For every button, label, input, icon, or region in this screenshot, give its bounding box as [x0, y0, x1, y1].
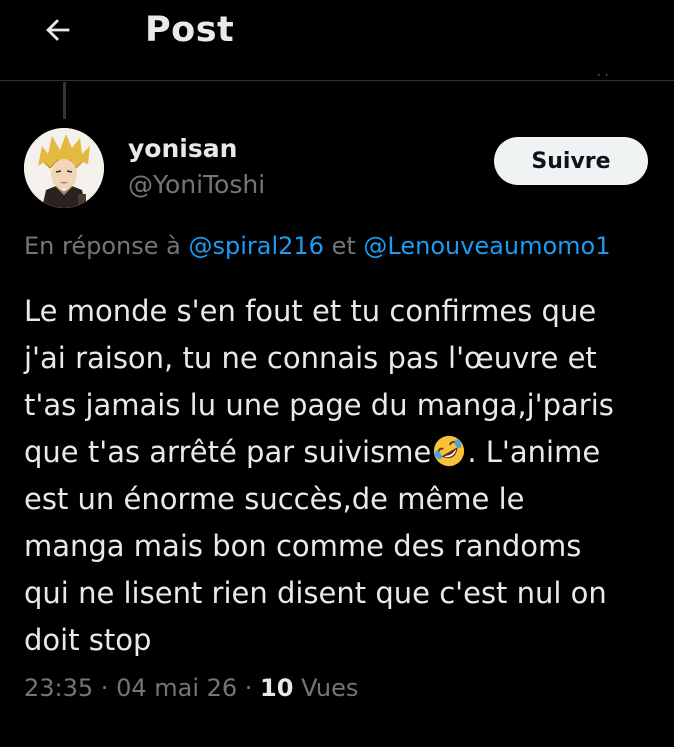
author-handle[interactable]: @YoniToshi — [128, 170, 265, 199]
mention-link[interactable]: @Lenouveaumomo1 — [363, 232, 610, 260]
top-bar: Post — [0, 0, 674, 81]
meta-separator: · — [237, 674, 261, 702]
back-button[interactable] — [36, 8, 80, 52]
author-display-name[interactable]: yonisan — [128, 134, 237, 163]
tweet-time[interactable]: 23:35 — [24, 674, 93, 702]
tweet-text: Le monde s'en fout et tu confirmes que j… — [24, 288, 669, 664]
page-title: Post — [145, 10, 235, 50]
avatar[interactable] — [24, 128, 104, 208]
divider-dots: · · — [597, 68, 609, 82]
reply-conjunction: et — [323, 232, 364, 260]
meta-separator: · — [93, 674, 117, 702]
avatar-image — [24, 128, 104, 208]
follow-button[interactable]: Suivre — [494, 137, 648, 185]
thread-connector-line — [63, 82, 66, 119]
tweet-date[interactable]: 04 mai 26 — [116, 674, 237, 702]
rolling-on-floor-laughing-emoji — [434, 435, 465, 467]
views-label: Vues — [293, 674, 359, 702]
arrow-left-icon — [46, 19, 70, 41]
reply-prefix: En réponse à — [24, 232, 189, 260]
tweet-metadata: 23:35 · 04 mai 26 · 10 Vues — [24, 674, 358, 702]
reply-context: En réponse à @spiral216 et @Lenouveaumom… — [24, 232, 611, 260]
mention-link[interactable]: @spiral216 — [188, 232, 323, 260]
views-count: 10 — [260, 674, 294, 702]
